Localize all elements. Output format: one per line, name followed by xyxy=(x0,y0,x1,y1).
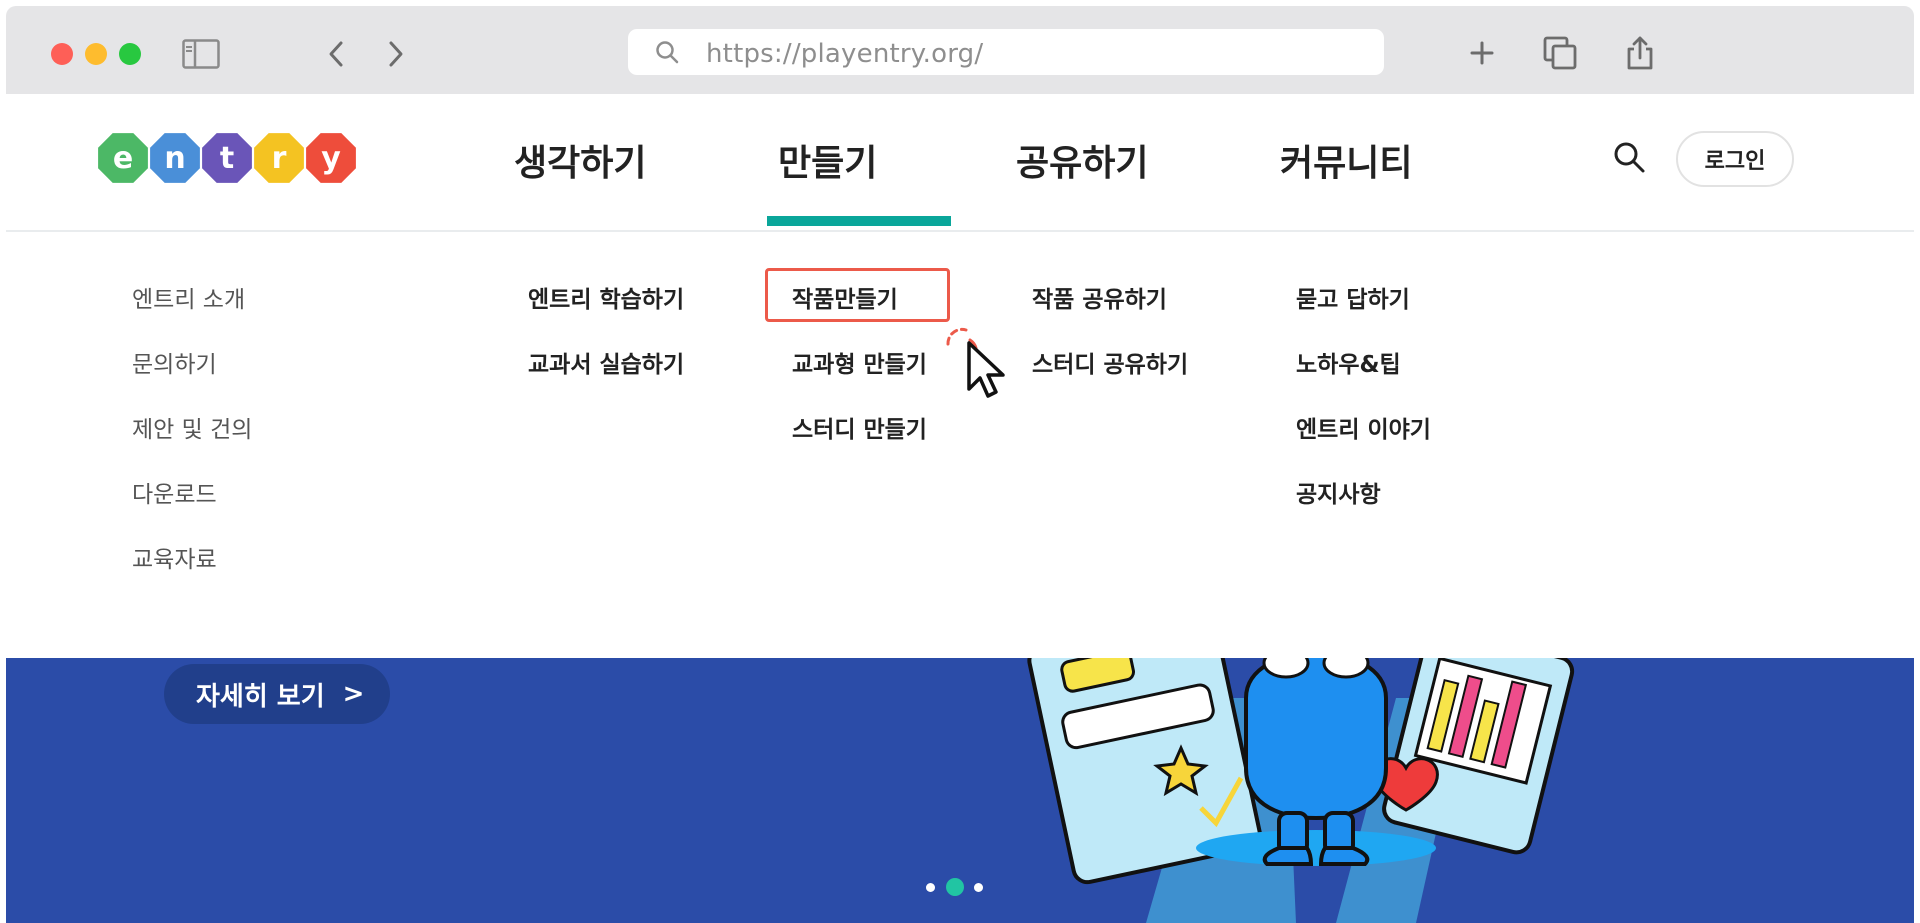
carousel-pager xyxy=(926,877,996,897)
mouse-cursor-icon xyxy=(946,327,1005,398)
detail-button[interactable]: 자세히 보기 > xyxy=(164,664,390,724)
new-tab-icon[interactable] xyxy=(1464,35,1500,71)
address-bar[interactable]: https://playentry.org/ xyxy=(628,29,1384,75)
search-icon[interactable] xyxy=(1612,140,1646,174)
pager-dot[interactable] xyxy=(974,883,983,892)
menu-knowhow-tips[interactable]: 노하우&팁 xyxy=(1296,345,1401,379)
pager-dot[interactable] xyxy=(926,883,935,892)
tabs-icon[interactable] xyxy=(1542,35,1578,71)
browser-toolbar: https://playentry.org/ xyxy=(6,6,1914,94)
logo-letter: t xyxy=(220,141,234,176)
entry-logo[interactable]: ent ry xyxy=(96,130,366,186)
logo-letter: e xyxy=(113,141,133,176)
maximize-window-button[interactable] xyxy=(119,43,141,65)
close-window-button[interactable] xyxy=(51,43,73,65)
hero-banner: 자세히 보기 > xyxy=(6,658,1914,923)
mascot-illustration xyxy=(1027,658,1575,923)
nav-think[interactable]: 생각하기 xyxy=(514,134,646,186)
nav-create[interactable]: 만들기 xyxy=(778,134,877,186)
menu-curriculum-create[interactable]: 교과형 만들기 xyxy=(792,345,927,379)
website: ent ry 생각하기 만들기 공유하기 커뮤니티 로그인 엔트리 소개 문의하기… xyxy=(6,94,1914,923)
logo-letter: n xyxy=(164,141,185,176)
menu-share-study[interactable]: 스터디 공유하기 xyxy=(1032,345,1188,379)
menu-learn-entry[interactable]: 엔트리 학습하기 xyxy=(528,280,684,314)
sidebar-icon[interactable] xyxy=(182,39,220,69)
menu-download[interactable]: 다운로드 xyxy=(132,475,217,509)
menu-entry-story[interactable]: 엔트리 이야기 xyxy=(1296,410,1431,444)
login-button[interactable]: 로그인 xyxy=(1676,131,1794,187)
menu-inquiry[interactable]: 문의하기 xyxy=(132,345,217,379)
menu-create-project[interactable]: 작품만들기 xyxy=(792,280,898,314)
url-text: https://playentry.org/ xyxy=(706,39,984,69)
menu-entry-intro[interactable]: 엔트리 소개 xyxy=(132,280,245,314)
chevron-right-icon: > xyxy=(342,679,365,709)
site-header: ent ry 생각하기 만들기 공유하기 커뮤니티 로그인 xyxy=(6,94,1914,232)
menu-textbook-practice[interactable]: 교과서 실습하기 xyxy=(528,345,684,379)
search-icon xyxy=(656,41,679,64)
nav-community[interactable]: 커뮤니티 xyxy=(1280,134,1412,186)
detail-button-label: 자세히 보기 xyxy=(196,681,325,712)
minimize-window-button[interactable] xyxy=(85,43,107,65)
mega-menu-dropdown: 엔트리 소개 문의하기 제안 및 건의 다운로드 교육자료 엔트리 학습하기 교… xyxy=(6,234,1914,658)
menu-qna[interactable]: 묻고 답하기 xyxy=(1296,280,1410,314)
logo-letter: r xyxy=(272,141,287,176)
menu-suggestion[interactable]: 제안 및 건의 xyxy=(132,410,252,444)
menu-education-materials[interactable]: 교육자료 xyxy=(132,540,217,574)
menu-notice[interactable]: 공지사항 xyxy=(1296,475,1381,509)
logo-letter: y xyxy=(321,141,341,176)
back-icon[interactable] xyxy=(322,39,352,69)
menu-share-project[interactable]: 작품 공유하기 xyxy=(1032,280,1167,314)
nav-share[interactable]: 공유하기 xyxy=(1016,134,1148,186)
menu-study-create[interactable]: 스터디 만들기 xyxy=(792,410,927,444)
forward-icon[interactable] xyxy=(380,39,410,69)
active-nav-indicator xyxy=(767,216,951,226)
share-icon[interactable] xyxy=(1622,35,1658,71)
pager-dot-active[interactable] xyxy=(946,878,964,896)
